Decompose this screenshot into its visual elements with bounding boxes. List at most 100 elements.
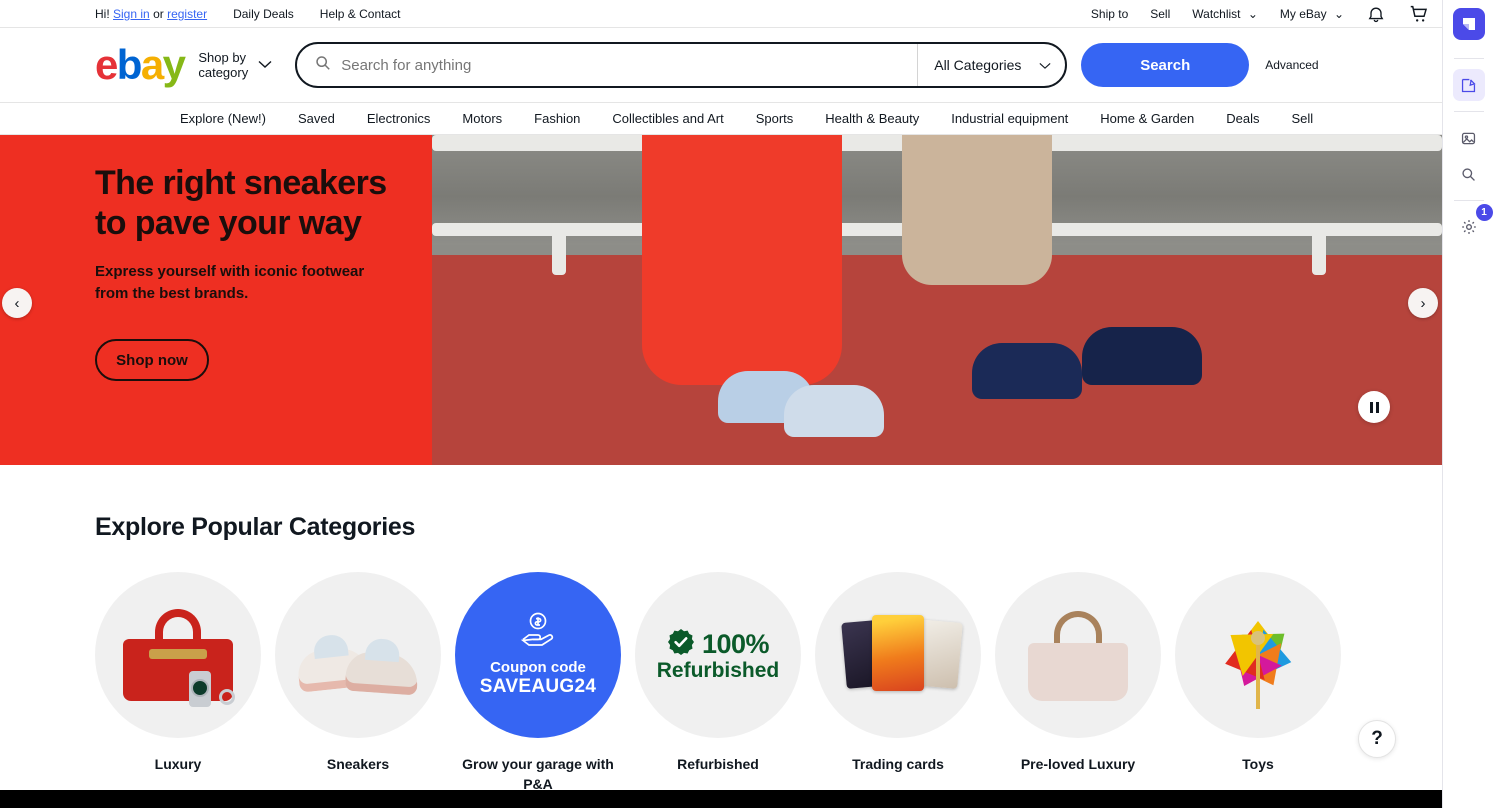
trading-cards-icon	[838, 607, 963, 703]
nav-item-electronics[interactable]: Electronics	[367, 111, 431, 126]
nav-item-industrial[interactable]: Industrial equipment	[951, 111, 1068, 126]
hero-photo-person-legs	[902, 135, 1052, 285]
category-label: Refurbished	[677, 756, 759, 772]
greeting-group: Hi! Sign in or register	[95, 7, 207, 21]
category-item-toys[interactable]: Toys	[1175, 572, 1341, 790]
shop-by-category-menu[interactable]: Shop by category	[184, 50, 272, 80]
search-input[interactable]	[341, 56, 918, 74]
rail-divider	[1453, 111, 1484, 112]
category-item-preloved-luxury[interactable]: Pre-loved Luxury	[995, 572, 1161, 790]
my-ebay-label: My eBay	[1279, 7, 1327, 21]
category-item-refurbished[interactable]: 100% Refurbished Refurbished	[635, 572, 801, 790]
hero-text-panel: The right sneakers to pave your way Expr…	[0, 135, 432, 465]
nav-item-saved[interactable]: Saved	[298, 111, 335, 126]
shop-by-category-label: Shop by category	[198, 50, 248, 80]
category-label: Sneakers	[326, 756, 390, 772]
sign-in-link[interactable]: Sign in	[113, 7, 150, 21]
refurbished-badge: 100% Refurbished	[656, 628, 780, 683]
category-select[interactable]: All Categories	[917, 44, 1065, 86]
category-row: Luxury Sneakers Coupon code SAVEAUG24 Gr…	[95, 572, 1442, 790]
carousel-prev-button[interactable]: ‹	[2, 288, 32, 318]
nav-item-sports[interactable]: Sports	[756, 111, 794, 126]
shop-by-line1: Shop by	[198, 50, 247, 65]
browser-viewport: Hi! Sign in or register Daily Deals Help…	[0, 0, 1442, 790]
tote-bag-icon	[1028, 609, 1128, 701]
hero-subtitle: Express yourself with iconic footwear fr…	[95, 263, 365, 302]
coupon-code: SAVEAUG24	[479, 676, 597, 697]
register-link[interactable]: register	[167, 7, 207, 21]
category-item-trading-cards[interactable]: Trading cards	[815, 572, 981, 790]
hero-photo-shoe-right	[972, 343, 1082, 399]
app-sidebar-rail: 1	[1442, 0, 1494, 808]
nav-item-explore[interactable]: Explore (New!)	[180, 111, 266, 126]
search-field-group	[297, 55, 918, 76]
chevron-down-icon	[1039, 57, 1051, 73]
utility-bar: Hi! Sign in or register Daily Deals Help…	[0, 0, 1442, 28]
chevron-down-icon: ⌄	[1333, 7, 1344, 21]
bell-icon[interactable]	[1366, 4, 1386, 24]
daily-deals-link[interactable]: Daily Deals	[233, 7, 294, 21]
category-label: Pre-loved Luxury	[1020, 756, 1136, 772]
category-label: Toys	[1242, 756, 1274, 772]
category-label: Luxury	[154, 756, 202, 772]
nav-item-fashion[interactable]: Fashion	[534, 111, 580, 126]
image-icon[interactable]	[1453, 122, 1485, 154]
carousel-pause-button[interactable]	[1358, 391, 1390, 423]
search-button[interactable]: Search	[1081, 43, 1250, 87]
category-thumb-trading-cards	[815, 572, 981, 738]
category-item-luxury[interactable]: Luxury	[95, 572, 261, 790]
shop-by-line2: category	[198, 65, 249, 80]
app-logo-icon[interactable]	[1452, 8, 1485, 40]
category-item-coupon[interactable]: Coupon code SAVEAUG24 Grow your garage w…	[455, 572, 621, 790]
sell-link[interactable]: Sell	[1150, 7, 1170, 21]
pause-bar-left	[1369, 401, 1373, 413]
refurbished-word: Refurbished	[656, 658, 780, 682]
nav-item-collectibles[interactable]: Collectibles and Art	[612, 111, 723, 126]
edit-pen-icon[interactable]	[1452, 69, 1485, 101]
pause-bar-right	[1375, 401, 1379, 413]
rail-divider	[1453, 58, 1484, 59]
help-contact-link[interactable]: Help & Contact	[320, 7, 401, 21]
category-select-value: All Categories	[934, 57, 1022, 73]
watchlist-menu[interactable]: Watchlist ⌄	[1192, 7, 1258, 21]
category-label: Grow your garage with P&A	[462, 756, 614, 790]
hero-photo-person-red	[642, 135, 842, 385]
ship-to-link[interactable]: Ship to	[1091, 7, 1128, 21]
utility-left-group: Hi! Sign in or register Daily Deals Help…	[95, 7, 401, 21]
category-item-sneakers[interactable]: Sneakers	[275, 572, 441, 790]
logo-letter-e: e	[95, 41, 118, 88]
help-button[interactable]: ?	[1358, 720, 1396, 758]
search-icon[interactable]	[1453, 158, 1485, 190]
hero-image	[432, 135, 1442, 465]
gear-icon[interactable]: 1	[1453, 204, 1493, 243]
chevron-down-icon: ⌄	[1247, 7, 1258, 21]
category-thumb-toys	[1175, 572, 1341, 738]
nav-item-deals[interactable]: Deals	[1226, 111, 1259, 126]
hand-coin-icon	[515, 612, 561, 651]
hero-title: The right sneakers to pave your way	[95, 164, 387, 242]
carousel-next-button[interactable]: ›	[1408, 288, 1438, 318]
category-thumb-coupon: Coupon code SAVEAUG24	[455, 572, 621, 738]
category-thumb-preloved-luxury	[995, 572, 1161, 738]
logo-letter-a: a	[140, 41, 164, 88]
hero-photo-shoe-right2	[1082, 327, 1202, 385]
chevron-down-icon	[258, 56, 272, 74]
rail-divider	[1453, 200, 1484, 201]
ebay-logo[interactable]: e b a y	[95, 41, 186, 88]
cart-icon[interactable]	[1408, 3, 1430, 25]
shop-now-button[interactable]: Shop now	[95, 339, 209, 381]
logo-letter-y: y	[162, 41, 186, 88]
my-ebay-menu[interactable]: My eBay ⌄	[1280, 7, 1344, 21]
or-text: or	[153, 6, 164, 21]
refurbished-percent: 100%	[701, 628, 770, 659]
page-root: Hi! Sign in or register Daily Deals Help…	[0, 0, 1494, 808]
nav-item-motors[interactable]: Motors	[462, 111, 502, 126]
advanced-search-link[interactable]: Advanced	[1265, 58, 1318, 72]
logo-letter-b: b	[116, 41, 143, 88]
nav-item-home-garden[interactable]: Home & Garden	[1100, 111, 1194, 126]
utility-right-group: Ship to Sell Watchlist ⌄ My eBay ⌄	[1091, 0, 1430, 28]
nav-item-sell[interactable]: Sell	[1291, 111, 1313, 126]
settings-badge-count: 1	[1475, 204, 1493, 221]
category-thumb-sneakers	[275, 572, 441, 738]
nav-item-health-beauty[interactable]: Health & Beauty	[825, 111, 919, 126]
